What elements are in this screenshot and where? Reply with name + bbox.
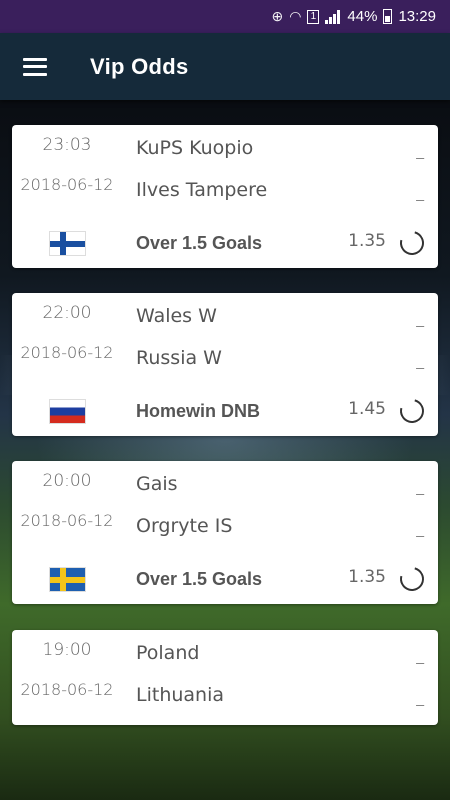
away-score: _ <box>416 353 424 369</box>
match-card[interactable]: 23:03 2018-06-12 KuPS Kuopio Ilves Tampe… <box>12 125 438 268</box>
tip-label: Over 1.5 Goals <box>136 569 263 589</box>
home-score: _ <box>416 143 424 159</box>
sweden-flag-icon <box>49 567 86 592</box>
status-bar: ⊕ ◠ 1 44% 13:29 <box>0 0 450 33</box>
data-saver-icon: ⊕ <box>271 8 284 24</box>
pending-icon <box>395 394 429 428</box>
sim-icon: 1 <box>307 9 320 24</box>
away-team: Lithuania <box>136 684 225 706</box>
russia-flag-icon <box>49 399 86 424</box>
odds-value: 1.45 <box>348 399 386 419</box>
pending-icon <box>395 226 429 260</box>
away-score: _ <box>416 690 424 706</box>
match-card[interactable]: 22:00 2018-06-12 Wales W Russia W _ _ Ho… <box>12 293 438 436</box>
odds-value: 1.35 <box>348 231 386 251</box>
home-score: _ <box>416 311 424 327</box>
away-team: Orgryte IS <box>136 515 233 537</box>
home-team: Wales W <box>136 305 217 327</box>
menu-button[interactable] <box>0 33 70 100</box>
page-title: Vip Odds <box>90 53 189 79</box>
tip-label: Over 1.5 Goals <box>136 233 263 253</box>
away-score: _ <box>416 521 424 537</box>
match-card[interactable]: 20:00 2018-06-12 Gais Orgryte IS _ _ Ove… <box>12 461 438 604</box>
home-team: Poland <box>136 642 200 664</box>
home-team: KuPS Kuopio <box>136 137 254 159</box>
finland-flag-icon <box>49 231 86 256</box>
hamburger-icon <box>23 57 47 76</box>
away-team: Ilves Tampere <box>136 179 268 201</box>
match-time: 22:00 <box>42 303 92 323</box>
pending-icon <box>395 562 429 596</box>
wifi-icon: ◠ <box>289 8 302 24</box>
match-date: 2018-06-12 <box>20 343 114 362</box>
home-score: _ <box>416 479 424 495</box>
app-bar: Vip Odds <box>0 33 450 100</box>
battery-percent: 44% <box>347 8 378 25</box>
match-date: 2018-06-12 <box>20 680 114 699</box>
match-card[interactable]: 19:00 2018-06-12 Poland Lithuania _ _ <box>12 630 438 725</box>
home-score: _ <box>416 648 424 664</box>
signal-icon <box>325 9 341 24</box>
match-time: 20:00 <box>42 471 92 491</box>
away-score: _ <box>416 185 424 201</box>
tip-label: Homewin DNB <box>136 401 261 421</box>
home-team: Gais <box>136 473 178 495</box>
clock: 13:29 <box>398 8 436 25</box>
away-team: Russia W <box>136 347 222 369</box>
match-date: 2018-06-12 <box>20 511 114 530</box>
match-time: 19:00 <box>42 640 92 660</box>
odds-value: 1.35 <box>348 567 386 587</box>
match-time: 23:03 <box>42 135 92 155</box>
battery-icon <box>383 9 393 24</box>
match-date: 2018-06-12 <box>20 175 114 194</box>
